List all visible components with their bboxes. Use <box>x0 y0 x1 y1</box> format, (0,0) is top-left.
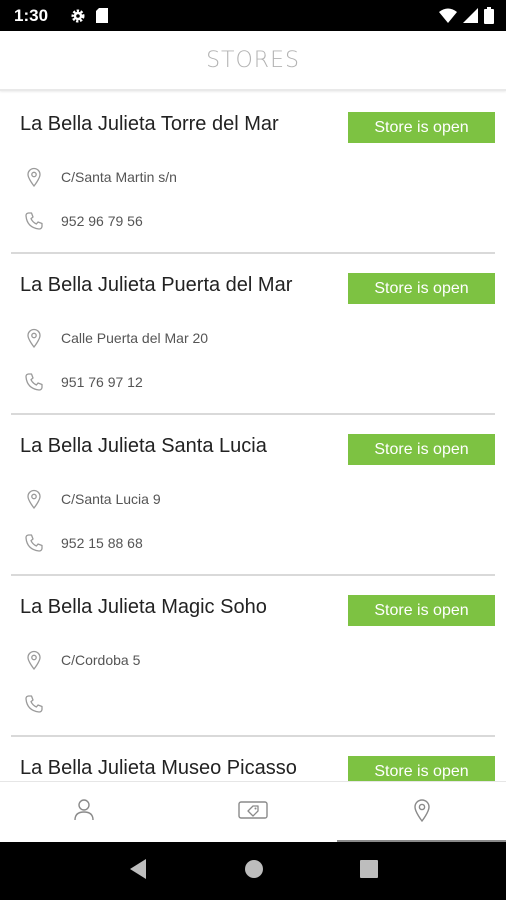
battery-icon <box>484 7 494 24</box>
store-address-row[interactable]: C/Santa Martin s/n <box>23 166 177 188</box>
store-list[interactable]: La Bella Julieta Torre del Mar Store is … <box>0 93 506 781</box>
back-icon[interactable] <box>128 858 148 885</box>
tab-coupons[interactable] <box>169 782 338 842</box>
store-phone[interactable]: 952 15 88 68 <box>61 535 143 551</box>
home-icon[interactable] <box>244 859 264 884</box>
store-status-badge[interactable]: Store is open <box>348 273 495 304</box>
wifi-icon <box>439 8 457 23</box>
store-phone-row[interactable] <box>23 693 61 715</box>
store-status-badge[interactable]: Store is open <box>348 756 495 781</box>
phone-icon <box>23 371 45 393</box>
phone-icon <box>23 210 45 232</box>
system-nav-bar <box>0 842 506 900</box>
gear-icon <box>70 8 86 24</box>
status-bar: 1:30 <box>0 0 506 31</box>
store-name: La Bella Julieta Torre del Mar <box>20 113 279 135</box>
store-phone[interactable]: 952 96 79 56 <box>61 213 143 229</box>
store-name: La Bella Julieta Magic Soho <box>20 596 267 618</box>
tab-stores[interactable] <box>337 782 506 842</box>
store-phone-row[interactable]: 952 96 79 56 <box>23 210 143 232</box>
store-address: C/Santa Martin s/n <box>61 169 177 185</box>
store-status-badge[interactable]: Store is open <box>348 434 495 465</box>
phone-icon <box>23 693 45 715</box>
store-phone[interactable]: 951 76 97 12 <box>61 374 143 390</box>
store-card[interactable]: La Bella Julieta Museo Picasso Store is … <box>11 737 495 781</box>
app-header: STORES <box>0 31 506 91</box>
store-name: La Bella Julieta Puerta del Mar <box>20 274 293 296</box>
location-pin-icon <box>23 166 45 188</box>
location-pin-icon <box>413 798 431 827</box>
store-name: La Bella Julieta Museo Picasso <box>20 757 297 779</box>
phone-icon <box>23 532 45 554</box>
store-address-row[interactable]: Calle Puerta del Mar 20 <box>23 327 208 349</box>
status-time: 1:30 <box>14 5 49 25</box>
tab-profile[interactable] <box>0 782 169 842</box>
store-card[interactable]: La Bella Julieta Magic Soho Store is ope… <box>11 576 495 737</box>
store-name: La Bella Julieta Santa Lucia <box>20 435 267 457</box>
store-card[interactable]: La Bella Julieta Puerta del Mar Store is… <box>11 254 495 415</box>
store-status-badge[interactable]: Store is open <box>348 595 495 626</box>
coupon-icon <box>238 799 268 826</box>
store-card[interactable]: La Bella Julieta Santa Lucia Store is op… <box>11 415 495 576</box>
bottom-tab-bar <box>0 781 506 842</box>
store-address: Calle Puerta del Mar 20 <box>61 330 209 346</box>
store-address-row[interactable]: C/Santa Lucia 9 <box>23 488 161 510</box>
sd-card-icon <box>96 8 109 23</box>
location-pin-icon <box>23 649 45 671</box>
store-phone-row[interactable]: 952 15 88 68 <box>23 532 143 554</box>
store-phone-row[interactable]: 951 76 97 12 <box>23 371 143 393</box>
store-address: C/Cordoba 5 <box>61 652 141 668</box>
page-title: STORES <box>206 47 300 73</box>
location-pin-icon <box>23 488 45 510</box>
recents-icon[interactable] <box>360 859 378 883</box>
store-address: C/Santa Lucia 9 <box>61 491 161 507</box>
location-pin-icon <box>23 327 45 349</box>
user-icon <box>73 798 95 827</box>
store-card[interactable]: La Bella Julieta Torre del Mar Store is … <box>11 93 495 254</box>
signal-icon <box>463 8 478 23</box>
store-status-badge[interactable]: Store is open <box>348 112 495 143</box>
store-address-row[interactable]: C/Cordoba 5 <box>23 649 140 671</box>
